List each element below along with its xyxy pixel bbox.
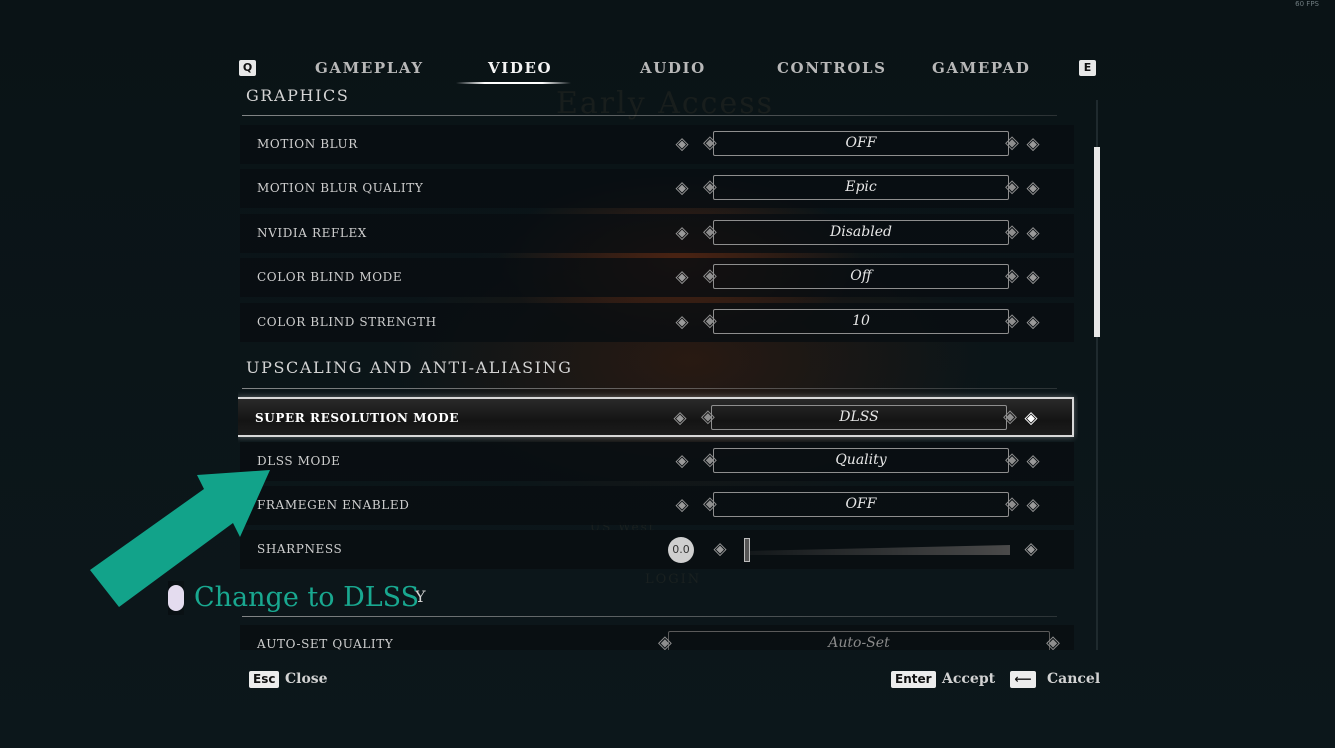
setting-value: Quality <box>703 448 1019 473</box>
settings-tab-bar: Q GAMEPLAY VIDEO AUDIO CONTROLS GAMEPAD … <box>238 55 1098 85</box>
setting-label: NVIDIA REFLEX <box>257 226 367 240</box>
arrow-left-icon[interactable]: ◈ <box>672 267 692 287</box>
arrow-right-icon[interactable]: ◈ <box>1021 408 1041 428</box>
arrow-right-icon[interactable]: ◈ <box>1023 495 1043 515</box>
tab-audio[interactable]: AUDIO <box>640 59 706 77</box>
setting-label: SUPER RESOLUTION MODE <box>255 411 459 425</box>
section-graphics: GRAPHICS <box>246 88 350 105</box>
section-upscaling: UPSCALING AND ANTI-ALIASING <box>246 358 573 377</box>
sharpness-slider-track[interactable] <box>748 545 1010 555</box>
arrow-right-icon[interactable]: ◈ <box>1021 539 1041 559</box>
prev-tab-key[interactable]: Q <box>239 60 256 76</box>
setting-dlss-mode[interactable]: DLSS MODE ◈ Quality ◈ <box>240 442 1074 481</box>
esc-key[interactable]: Esc <box>249 671 280 688</box>
arrow-right-icon[interactable]: ◈ <box>1023 451 1043 471</box>
arrow-right-icon[interactable]: ◈ <box>1023 134 1043 154</box>
tab-gamepad[interactable]: GAMEPAD <box>932 59 1031 77</box>
arrow-left-icon[interactable]: ◈ <box>670 408 690 428</box>
enter-key[interactable]: Enter <box>891 671 936 688</box>
next-tab-key[interactable]: E <box>1079 60 1096 76</box>
arrow-left-icon[interactable]: ◈ <box>710 539 730 559</box>
section-divider <box>242 388 1057 389</box>
setting-auto-set-quality[interactable]: AUTO-SET QUALITY Auto-Set <box>240 625 1074 650</box>
tab-gameplay[interactable]: GAMEPLAY <box>315 59 424 77</box>
setting-nvidia-reflex[interactable]: NVIDIA REFLEX ◈ Disabled ◈ <box>240 214 1074 253</box>
setting-value: DLSS <box>701 405 1017 430</box>
setting-label: COLOR BLIND STRENGTH <box>257 315 437 329</box>
slider-value-badge: 0.0 <box>668 537 694 563</box>
setting-motion-blur-quality[interactable]: MOTION BLUR QUALITY ◈ Epic ◈ <box>240 169 1074 208</box>
scrollbar-thumb[interactable] <box>1094 147 1100 337</box>
arrow-right-icon[interactable]: ◈ <box>1023 178 1043 198</box>
setting-motion-blur[interactable]: MOTION BLUR ◈ OFF ◈ <box>240 125 1074 164</box>
setting-value: Off <box>703 264 1019 289</box>
setting-framegen-enabled[interactable]: FRAMEGEN ENABLED ◈ OFF ◈ <box>240 486 1074 525</box>
arrow-right-icon[interactable]: ◈ <box>1023 223 1043 243</box>
tab-video[interactable]: VIDEO <box>488 59 552 77</box>
callout-badge: Change to DLSS <box>168 581 419 615</box>
setting-label: COLOR BLIND MODE <box>257 270 403 284</box>
setting-color-blind-mode[interactable]: COLOR BLIND MODE ◈ Off ◈ <box>240 258 1074 297</box>
setting-value: Epic <box>703 175 1019 200</box>
arrow-left-icon[interactable]: ◈ <box>672 451 692 471</box>
arrow-left-icon[interactable]: ◈ <box>672 495 692 515</box>
callout-text: Change to DLSS <box>194 582 420 613</box>
sharpness-slider-handle[interactable] <box>744 538 750 562</box>
arrow-right-icon[interactable]: ◈ <box>1023 312 1043 332</box>
setting-label: MOTION BLUR QUALITY <box>257 181 424 195</box>
mouse-icon <box>168 585 184 611</box>
setting-sharpness[interactable]: SHARPNESS 0.0 ◈ ◈ <box>240 530 1074 569</box>
arrow-left-icon[interactable]: ◈ <box>672 223 692 243</box>
tab-controls[interactable]: CONTROLS <box>777 59 887 77</box>
active-tab-underline <box>456 82 571 84</box>
arrow-left-icon[interactable]: ◈ <box>672 134 692 154</box>
cancel-button[interactable]: Cancel <box>1047 671 1100 687</box>
arrow-left-icon[interactable]: ◈ <box>672 178 692 198</box>
close-button[interactable]: Close <box>285 671 328 687</box>
setting-label: MOTION BLUR <box>257 137 358 151</box>
section-divider <box>242 115 1057 116</box>
arrow-left-icon[interactable]: ◈ <box>672 312 692 332</box>
setting-value: OFF <box>703 131 1019 156</box>
video-settings-list[interactable]: GRAPHICS MOTION BLUR ◈ OFF ◈ MOTION BLUR… <box>238 88 1078 650</box>
fps-counter: 60 FPS <box>1295 0 1319 8</box>
setting-color-blind-strength[interactable]: COLOR BLIND STRENGTH ◈ 10 ◈ <box>240 303 1074 342</box>
setting-label: AUTO-SET QUALITY <box>257 637 394 650</box>
auto-set-button[interactable]: Auto-Set <box>658 631 1060 650</box>
setting-value: 10 <box>703 309 1019 334</box>
setting-value: Disabled <box>703 220 1019 245</box>
accept-button[interactable]: Accept <box>942 671 995 687</box>
arrow-right-icon[interactable]: ◈ <box>1023 267 1043 287</box>
setting-super-resolution-mode[interactable]: SUPER RESOLUTION MODE ◈ DLSS ◈ <box>238 397 1074 437</box>
section-divider <box>242 616 1057 617</box>
backspace-key[interactable]: ⟵ <box>1010 671 1036 688</box>
setting-value: OFF <box>703 492 1019 517</box>
